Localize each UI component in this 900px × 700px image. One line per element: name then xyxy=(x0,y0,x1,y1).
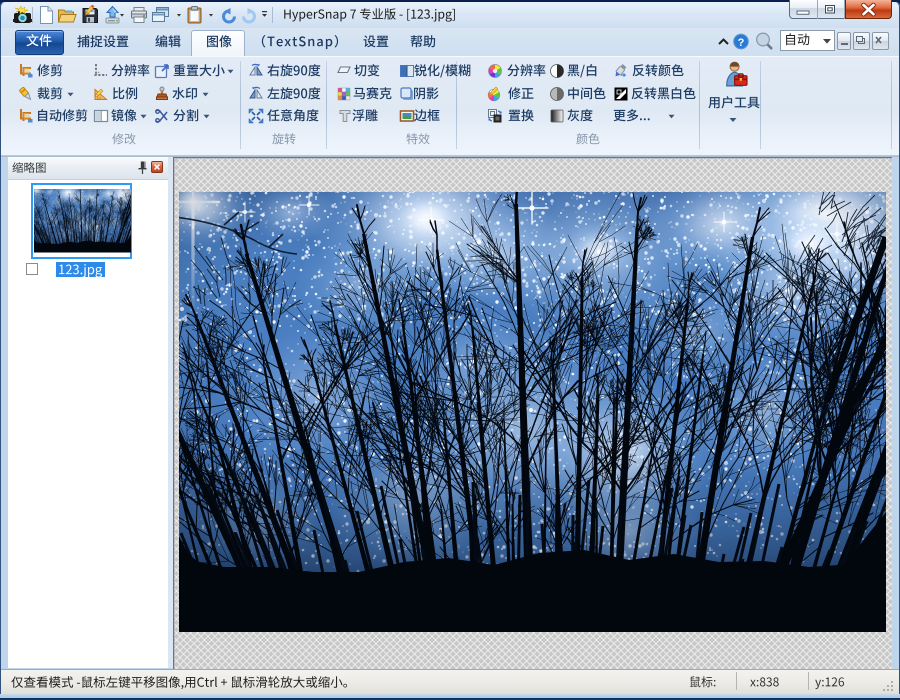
svg-text:?: ? xyxy=(738,37,745,49)
